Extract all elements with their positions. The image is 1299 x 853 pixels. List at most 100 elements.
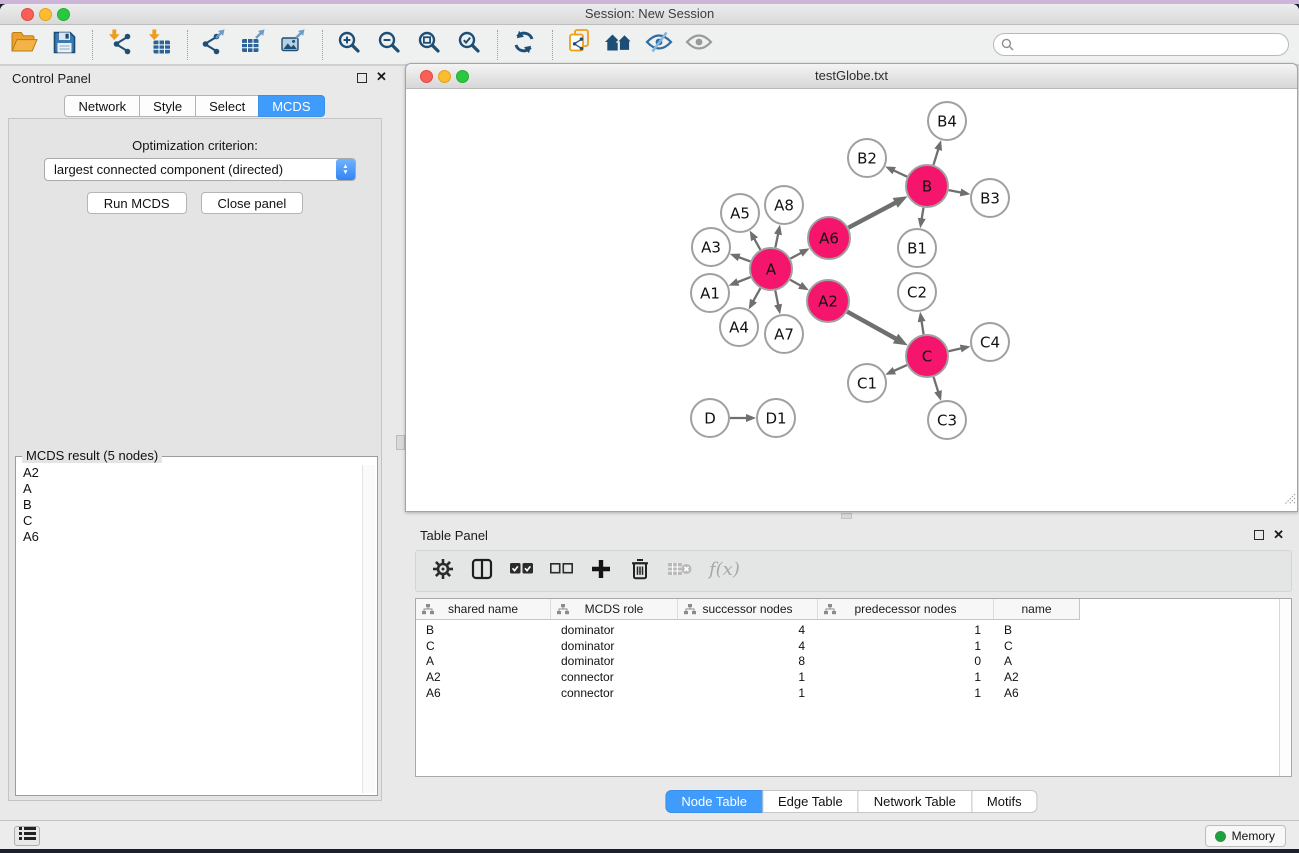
table-scrollbar[interactable] <box>1279 599 1291 776</box>
toolbar-refresh-button[interactable] <box>508 30 540 60</box>
edge-B-B3[interactable] <box>949 190 962 192</box>
tab-select[interactable]: Select <box>195 95 259 117</box>
table-cell[interactable]: connector <box>551 686 678 700</box>
table-toolbar-deselect-all-button[interactable] <box>549 558 574 584</box>
toolbar-open-file-button[interactable] <box>8 30 40 60</box>
toolbar-zoom-in-button[interactable] <box>333 30 365 60</box>
column-header-shared-name[interactable]: shared name <box>416 599 551 619</box>
toolbar-hide-graphics-details-button[interactable] <box>643 30 675 60</box>
table-toolbar-create-column-button[interactable] <box>589 558 613 584</box>
table-cell[interactable]: C <box>994 639 1079 653</box>
edge-A-A1[interactable] <box>737 277 751 282</box>
edge-A-A6[interactable] <box>790 253 801 259</box>
table-row[interactable]: Adominator80A <box>416 654 1279 670</box>
toolbar-import-table-button[interactable] <box>143 30 175 60</box>
table-cell[interactable]: B <box>994 623 1079 637</box>
optimization-criterion-dropdown[interactable]: largest connected component (directed) ▲… <box>44 158 356 181</box>
close-table-panel-icon[interactable]: ✕ <box>1273 530 1284 540</box>
table-cell[interactable]: dominator <box>551 639 678 653</box>
float-panel-icon[interactable] <box>357 73 367 83</box>
table-cell[interactable]: 1 <box>818 639 994 653</box>
memory-button[interactable]: Memory <box>1205 825 1286 847</box>
toolbar-import-network-button[interactable] <box>103 30 135 60</box>
edge-A-A2[interactable] <box>790 280 801 286</box>
tab-mcds[interactable]: MCDS <box>258 95 324 117</box>
table-cell[interactable]: 1 <box>678 670 818 684</box>
edge-C-C2[interactable] <box>921 321 923 335</box>
table-cell[interactable]: A6 <box>416 686 551 700</box>
zoom-traffic-light[interactable] <box>57 8 70 21</box>
toolbar-zoom-fit-button[interactable] <box>413 30 445 60</box>
toolbar-export-table-button[interactable] <box>238 30 270 60</box>
table-cell[interactable]: 4 <box>678 639 818 653</box>
run-mcds-button[interactable]: Run MCDS <box>87 192 187 214</box>
table-cell[interactable]: dominator <box>551 623 678 637</box>
close-panel-button[interactable]: Close panel <box>201 192 304 214</box>
table-cell[interactable]: B <box>416 623 551 637</box>
column-header-MCDS-role[interactable]: MCDS role <box>551 599 678 619</box>
edge-B-B4[interactable] <box>933 149 938 165</box>
table-cell[interactable]: 1 <box>818 670 994 684</box>
column-header-successor-nodes[interactable]: successor nodes <box>678 599 818 619</box>
table-cell[interactable]: A <box>994 654 1079 668</box>
edge-A-A8[interactable] <box>775 233 778 247</box>
table-cell[interactable]: A2 <box>994 670 1079 684</box>
table-cell[interactable]: A6 <box>994 686 1079 700</box>
table-cell[interactable]: connector <box>551 670 678 684</box>
result-list-item[interactable]: A2 <box>18 465 361 481</box>
float-table-panel-icon[interactable] <box>1254 530 1264 540</box>
tab-edge-table[interactable]: Edge Table <box>762 790 859 813</box>
edge-C-C3[interactable] <box>934 377 939 392</box>
table-toolbar-select-all-button[interactable] <box>509 558 534 584</box>
edge-A-A7[interactable] <box>775 291 778 306</box>
edge-B-B2[interactable] <box>893 170 907 176</box>
table-cell[interactable]: 1 <box>678 686 818 700</box>
result-list-item[interactable]: C <box>18 513 361 529</box>
tab-network-table[interactable]: Network Table <box>858 790 972 813</box>
mcds-result-list[interactable]: A2ABCA6 <box>18 465 361 793</box>
table-toolbar-show-columns-button[interactable] <box>470 558 494 584</box>
table-cell[interactable]: 1 <box>818 686 994 700</box>
tab-node-table[interactable]: Node Table <box>665 790 763 813</box>
horizontal-split-handle[interactable] <box>841 513 852 519</box>
search-input[interactable] <box>993 33 1289 56</box>
network-zoom-traffic-light[interactable] <box>456 70 469 83</box>
toolbar-export-network-button[interactable] <box>198 30 230 60</box>
tab-motifs[interactable]: Motifs <box>971 790 1038 813</box>
tab-style[interactable]: Style <box>139 95 196 117</box>
edge-A-A3[interactable] <box>738 257 750 261</box>
table-cell[interactable]: 4 <box>678 623 818 637</box>
edge-A6-B[interactable] <box>848 202 896 227</box>
toolbar-save-session-button[interactable] <box>48 30 80 60</box>
close-panel-icon[interactable]: ✕ <box>376 72 387 82</box>
toolbar-home-button[interactable] <box>603 30 635 60</box>
network-graph[interactable]: B4B2BB3A8A5A6A3B1AC2A1A2A4A7C4CC1C3DD1 <box>406 89 1297 511</box>
edge-A-A4[interactable] <box>753 288 760 301</box>
edge-A2-C[interactable] <box>847 312 896 339</box>
table-row[interactable]: A6connector11A6 <box>416 685 1279 701</box>
table-cell[interactable]: A <box>416 654 551 668</box>
resize-grip-icon[interactable] <box>1283 492 1296 510</box>
edge-B-B1[interactable] <box>922 208 924 220</box>
column-header-predecessor-nodes[interactable]: predecessor nodes <box>818 599 994 619</box>
vertical-split-handle[interactable] <box>396 435 405 450</box>
edge-C-C1[interactable] <box>893 365 906 371</box>
table-cell[interactable]: dominator <box>551 654 678 668</box>
table-toolbar-table-options-button[interactable] <box>431 558 455 584</box>
table-cell[interactable]: 1 <box>818 623 994 637</box>
edge-C-C4[interactable] <box>948 348 961 351</box>
result-list-scrollbar[interactable] <box>362 465 375 793</box>
table-cell[interactable]: 0 <box>818 654 994 668</box>
table-cell[interactable]: A2 <box>416 670 551 684</box>
network-close-traffic-light[interactable] <box>420 70 433 83</box>
window-titlebar[interactable]: Session: New Session <box>0 4 1299 25</box>
result-list-item[interactable]: B <box>18 497 361 513</box>
table-toolbar-delete-column-button[interactable] <box>628 558 652 584</box>
table-row[interactable]: Bdominator41B <box>416 622 1279 638</box>
edge-A-A5[interactable] <box>754 238 760 249</box>
network-minimize-traffic-light[interactable] <box>438 70 451 83</box>
result-list-item[interactable]: A6 <box>18 529 361 545</box>
table-row[interactable]: A2connector11A2 <box>416 669 1279 685</box>
table-cell[interactable]: 8 <box>678 654 818 668</box>
result-list-item[interactable]: A <box>18 481 361 497</box>
